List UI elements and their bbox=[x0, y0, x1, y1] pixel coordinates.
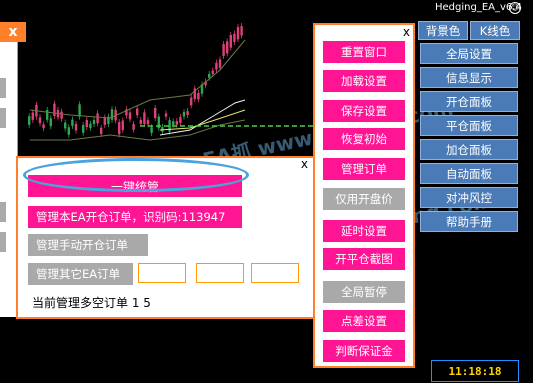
magic-number-input-1[interactable] bbox=[138, 263, 186, 283]
right-menu-button[interactable]: 开仓面板 bbox=[420, 91, 518, 112]
left-handle[interactable] bbox=[0, 232, 6, 252]
panel-button[interactable]: 管理订单 bbox=[323, 158, 405, 180]
background-color-button[interactable]: 背景色 bbox=[418, 21, 468, 40]
panel-button[interactable]: 延时设置 bbox=[323, 220, 405, 242]
right-menu-button[interactable]: 自动面板 bbox=[420, 163, 518, 184]
panel-button[interactable]: 全局暂停 bbox=[323, 281, 405, 303]
control-panel-close-button[interactable]: x bbox=[403, 25, 410, 39]
server-clock: 11:18:18 bbox=[431, 360, 519, 382]
bollinger-lower bbox=[30, 119, 246, 141]
candle-color-button[interactable]: K线色 bbox=[470, 21, 520, 40]
right-menu-button[interactable]: 对冲风控 bbox=[420, 187, 518, 208]
left-handle[interactable] bbox=[0, 202, 6, 222]
right-menu-button[interactable]: 加仓面板 bbox=[420, 139, 518, 160]
panel-button[interactable]: 保存设置 bbox=[323, 100, 405, 122]
right-menu-panel: 背景色 K线色 全局设置信息显示开仓面板平仓面板加仓面板自动面板对冲风控帮助手册 bbox=[418, 21, 522, 235]
panel-button[interactable]: 仅用开盘价 bbox=[323, 188, 405, 210]
order-manage-popup: x 一键统管 管理本EA开仓订单，识别码:113947 管理手动开仓订单 管理其… bbox=[16, 156, 315, 319]
panel-button[interactable]: 重置窗口 bbox=[323, 41, 405, 63]
moving-average-white bbox=[159, 99, 246, 136]
right-menu-button[interactable]: 平仓面板 bbox=[420, 115, 518, 136]
magic-number-input-3[interactable] bbox=[251, 263, 299, 283]
control-panel: x 重置窗口加载设置保存设置恢复初始管理订单仅用开盘价延时设置开平仓截图全局暂停… bbox=[313, 23, 415, 368]
left-handle[interactable] bbox=[0, 108, 6, 128]
panel-button[interactable]: 点差设置 bbox=[323, 310, 405, 332]
manage-other-ea-button[interactable]: 管理其它EA订单 bbox=[28, 263, 133, 285]
main-close-button[interactable]: x bbox=[0, 22, 26, 42]
smiley-icon: ☺ bbox=[509, 2, 521, 14]
right-menu-button[interactable]: 帮助手册 bbox=[420, 211, 518, 232]
magic-number-input-2[interactable] bbox=[196, 263, 244, 283]
manage-this-ea-button[interactable]: 管理本EA开仓订单，识别码:113947 bbox=[28, 206, 242, 228]
panel-button[interactable]: 恢复初始 bbox=[323, 128, 405, 150]
manage-status-text: 当前管理多空订单 1 5 bbox=[32, 296, 151, 310]
moving-average-yellow bbox=[159, 109, 246, 131]
candles bbox=[28, 23, 243, 138]
right-menu-button[interactable]: 全局设置 bbox=[420, 43, 518, 64]
popup-close-button[interactable]: x bbox=[301, 157, 308, 171]
manage-manual-orders-button[interactable]: 管理手动开仓订单 bbox=[28, 234, 148, 256]
panel-button[interactable]: 开平仓截图 bbox=[323, 248, 405, 270]
highlight-ellipse bbox=[23, 158, 249, 192]
panel-button[interactable]: 判断保证金 bbox=[323, 340, 405, 362]
right-menu-button[interactable]: 信息显示 bbox=[420, 67, 518, 88]
panel-button[interactable]: 加载设置 bbox=[323, 70, 405, 92]
left-handle[interactable] bbox=[0, 78, 6, 98]
